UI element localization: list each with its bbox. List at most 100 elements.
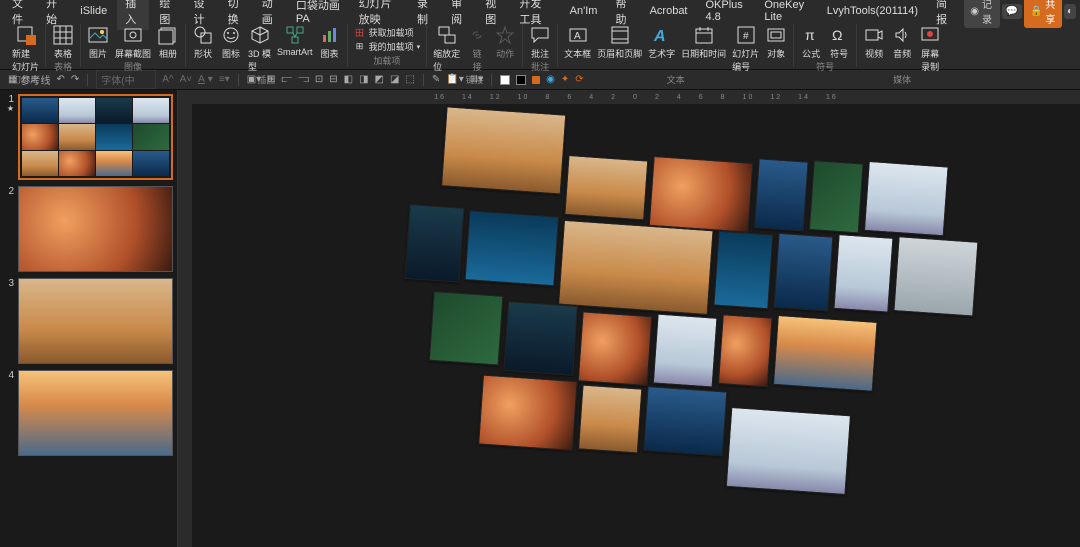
rotate-cw-icon[interactable]: ↷ xyxy=(71,74,79,85)
slide-thumbnails-panel[interactable]: 1 ★ 2 3 4 xyxy=(0,90,178,547)
tab-anim[interactable]: An'Im xyxy=(562,2,606,20)
slide-thumbnail-2[interactable]: 2 xyxy=(4,186,173,272)
collage-tile[interactable] xyxy=(649,156,754,233)
tool-icon-1[interactable]: ◧ xyxy=(344,74,353,85)
font-color[interactable]: A▾ xyxy=(198,74,213,85)
font-selector[interactable]: 字体(中 xyxy=(96,70,156,89)
chart-button[interactable]: 图表 xyxy=(319,24,341,60)
collage-tile[interactable] xyxy=(833,234,893,313)
bring-front-icon[interactable]: ▣▾ xyxy=(247,74,261,85)
collage-tile[interactable] xyxy=(404,204,464,283)
more-button[interactable]: ◐ xyxy=(1064,4,1076,19)
split-icon[interactable]: ⊞▾ xyxy=(470,74,483,85)
tab-lvyh[interactable]: LvyhTools(201114) xyxy=(819,2,926,20)
collage-tile[interactable] xyxy=(713,231,773,310)
my-addins-button[interactable]: ⊞我的加载项▾ xyxy=(354,40,421,53)
slide-thumbnail-4[interactable]: 4 xyxy=(4,370,173,456)
tab-islide[interactable]: iSlide xyxy=(72,2,115,20)
fill-white[interactable] xyxy=(500,75,510,85)
color-tool-1[interactable]: ◉ xyxy=(546,74,555,85)
comments-toggle-button[interactable]: 💬 xyxy=(1002,4,1022,19)
tool-icon-3[interactable]: ◩ xyxy=(375,74,384,85)
collage-tile[interactable] xyxy=(429,291,504,366)
distribute-icon[interactable]: ⫎ xyxy=(298,74,309,85)
wordart-button[interactable]: A艺术字 xyxy=(648,24,675,60)
icons-button[interactable]: 图标 xyxy=(220,24,242,60)
group-icon[interactable]: ⊡ xyxy=(315,74,323,85)
collage-tile[interactable] xyxy=(441,106,566,194)
fill-black[interactable] xyxy=(516,75,526,85)
screen-recording-button[interactable]: 屏幕 录制 xyxy=(919,24,941,73)
collage-tile[interactable] xyxy=(503,301,578,376)
3d-model-button[interactable]: 3D 模 型 xyxy=(248,24,271,73)
datetime-button[interactable]: 日期和时间 xyxy=(681,24,726,60)
collage-tile[interactable] xyxy=(864,161,949,236)
slide-thumbnail-1[interactable]: 1 ★ xyxy=(4,94,173,180)
object-button[interactable]: 对象 xyxy=(765,24,787,60)
video-button[interactable]: 视频 xyxy=(863,24,885,60)
new-slide-button[interactable]: 新建 幻灯片 xyxy=(12,24,39,73)
svg-text:A: A xyxy=(653,28,666,45)
action-button[interactable]: 动作 xyxy=(494,24,516,60)
picture-button[interactable]: 图片 xyxy=(87,24,109,60)
screenshot-button[interactable]: 屏幕截图 xyxy=(115,24,151,60)
tool-icon-5[interactable]: ⬚ xyxy=(405,74,414,85)
eyedropper-icon[interactable]: ✎ xyxy=(432,74,440,85)
collage-tile[interactable] xyxy=(893,236,978,316)
photo-collage[interactable] xyxy=(399,105,986,543)
collage-tile[interactable] xyxy=(718,314,773,387)
smartart-button[interactable]: SmartArt xyxy=(277,24,313,57)
fill-orange[interactable] xyxy=(532,76,540,84)
font-decrease[interactable]: A˅ xyxy=(180,74,193,85)
guides-toggle[interactable]: ▦ 参考线 xyxy=(8,72,50,87)
collage-tile[interactable] xyxy=(643,386,727,456)
collage-tile[interactable] xyxy=(773,315,878,392)
ungroup-icon[interactable]: ⊟ xyxy=(329,74,337,85)
slide-thumbnail-3[interactable]: 3 xyxy=(4,278,173,364)
color-tool-2[interactable]: ✦ xyxy=(561,74,569,85)
collage-tile[interactable] xyxy=(653,314,718,388)
slide-number-button[interactable]: #幻灯片 编号 xyxy=(732,24,759,73)
symbol-button[interactable]: Ω符号 xyxy=(828,24,850,60)
collage-tile[interactable] xyxy=(809,160,864,233)
textbox-button[interactable]: A文本框 xyxy=(564,24,591,60)
tab-okplus[interactable]: OKPlus 4.8 xyxy=(698,0,755,26)
collage-tile[interactable] xyxy=(578,311,653,386)
tool-icon-2[interactable]: ◨ xyxy=(359,74,368,85)
collage-tile[interactable] xyxy=(726,407,851,495)
arrange-icon[interactable]: ⊞ xyxy=(267,74,275,85)
collage-tile[interactable] xyxy=(773,233,833,312)
content-area: 1 ★ 2 3 4 1614121086420246 xyxy=(0,90,1080,547)
zoom-button[interactable]: 缩放定 位 xyxy=(433,24,460,73)
tool-icon-4[interactable]: ◪ xyxy=(390,74,399,85)
record-button[interactable]: ◉记录 xyxy=(964,0,999,28)
collage-tile[interactable] xyxy=(478,375,578,451)
audio-icon xyxy=(891,24,913,46)
collage-tile[interactable] xyxy=(465,210,560,286)
tab-onekey[interactable]: OneKey Lite xyxy=(756,0,816,26)
audio-button[interactable]: 音频 xyxy=(891,24,913,60)
clipboard-icon[interactable]: 📋▾ xyxy=(446,74,463,85)
album-button[interactable]: 相册 xyxy=(157,24,179,60)
comment-button[interactable]: 批注 xyxy=(529,24,551,60)
align-objects-icon[interactable]: ⫍ xyxy=(282,74,293,85)
collage-tile[interactable] xyxy=(754,158,809,231)
align-menu[interactable]: ≡▾ xyxy=(219,74,230,85)
slide-canvas-area[interactable]: 1614121086420246810121416 xyxy=(192,90,1080,547)
equation-button[interactable]: π公式 xyxy=(800,24,822,60)
font-increase[interactable]: A^ xyxy=(162,74,173,85)
collage-tile[interactable] xyxy=(564,155,648,220)
color-tool-3[interactable]: ⟳ xyxy=(575,74,583,85)
slide-canvas[interactable] xyxy=(192,104,1080,547)
rotate-ccw-icon[interactable]: ↶ xyxy=(56,74,64,85)
header-footer-button[interactable]: 页眉和页脚 xyxy=(597,24,642,60)
group-label-symbols: 符号 xyxy=(816,60,834,73)
share-button[interactable]: 🔒共享 xyxy=(1024,0,1062,28)
collage-tile[interactable] xyxy=(578,385,642,454)
table-button[interactable]: 表格 xyxy=(52,24,74,60)
get-addins-button[interactable]: 田获取加载项 xyxy=(354,26,421,39)
link-button[interactable]: 链 接 xyxy=(466,24,488,73)
collage-tile[interactable] xyxy=(558,220,714,315)
shapes-button[interactable]: 形状 xyxy=(192,24,214,60)
tab-acrobat[interactable]: Acrobat xyxy=(642,2,696,20)
